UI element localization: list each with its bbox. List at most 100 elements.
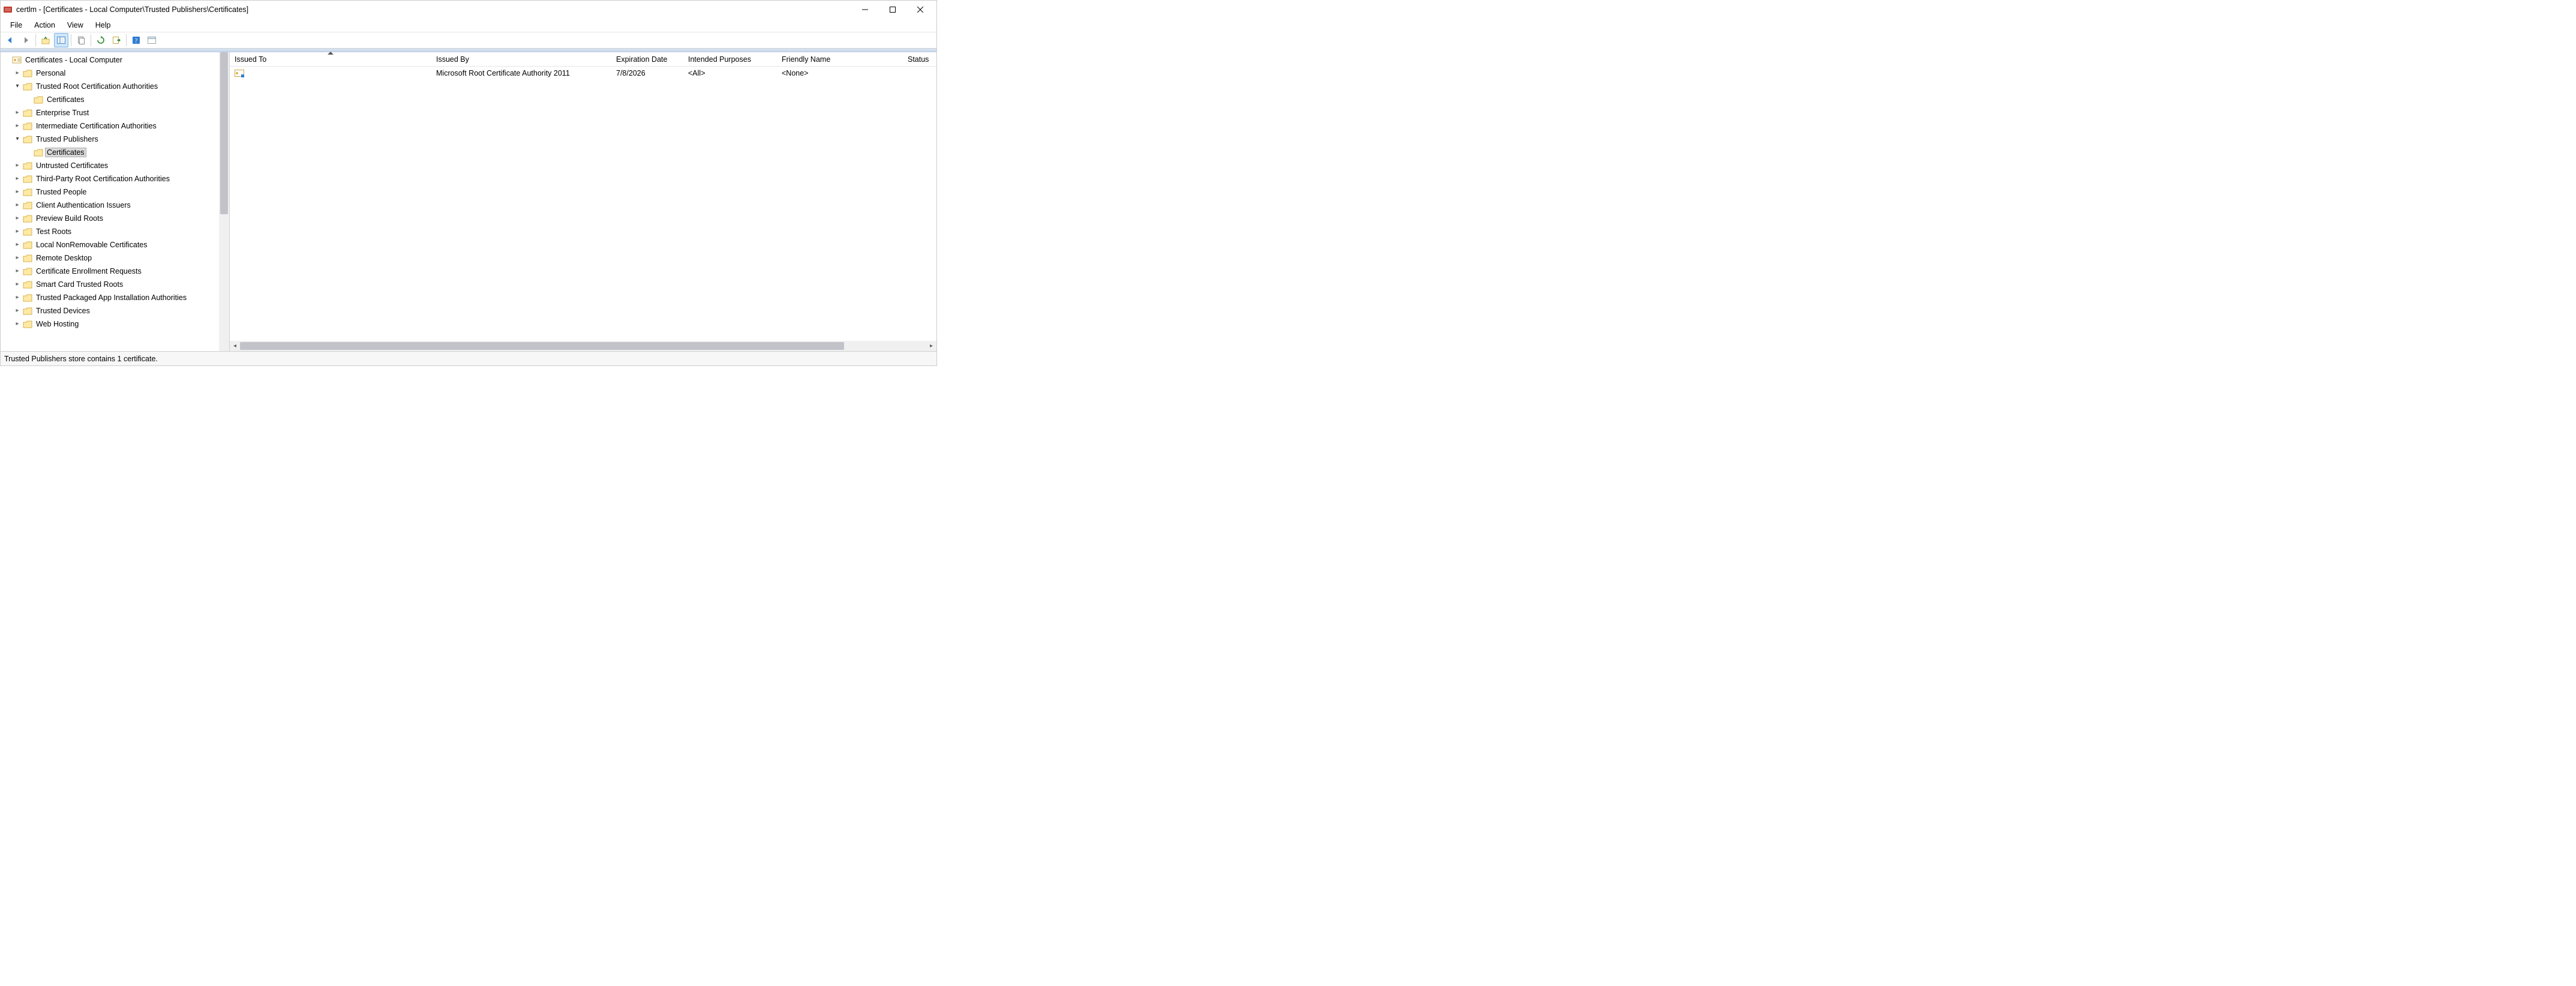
tree-node[interactable]: Remote Desktop [2,251,219,265]
toolbar: ? [1,32,936,49]
scroll-right-button[interactable]: ▸ [926,341,936,351]
expand-arrow-icon[interactable] [13,281,22,287]
menu-action[interactable]: Action [28,20,61,31]
tree-node-label: Personal [34,68,67,78]
tree-node[interactable]: Trusted Devices [2,304,219,317]
tree-node[interactable]: Test Roots [2,225,219,238]
list-horizontal-scrollbar[interactable]: ◂ ▸ [230,341,936,351]
folder-icon [22,82,33,91]
tree-node-label: Client Authentication Issuers [34,200,133,210]
expand-arrow-icon[interactable] [13,255,22,261]
column-headers: Issued To Issued By Expiration Date Inte… [230,52,936,67]
show-hide-tree-button[interactable] [54,33,68,47]
scroll-left-button[interactable]: ◂ [230,341,240,351]
tree-node[interactable]: Trusted Packaged App Installation Author… [2,291,219,304]
expand-arrow-icon[interactable] [13,163,22,169]
main-split: Certificates - Local Computer Personal Tr… [1,52,936,351]
menu-help[interactable]: Help [89,20,117,31]
tree-node-label: Local NonRemovable Certificates [34,240,149,250]
tree-node[interactable]: Untrusted Certificates [2,159,219,172]
copy-button[interactable] [74,33,88,47]
export-button[interactable] [109,33,124,47]
certificate-icon [235,69,244,77]
tree-node[interactable]: Preview Build Roots [2,212,219,225]
scrollbar-thumb[interactable] [240,342,844,350]
tree-root[interactable]: Certificates - Local Computer [2,53,219,67]
column-friendly-name[interactable]: Friendly Name [777,52,903,66]
tree-node[interactable]: Certificate Enrollment Requests [2,265,219,278]
options-button[interactable] [145,33,159,47]
tree-node[interactable]: Client Authentication Issuers [2,199,219,212]
folder-icon [33,148,44,157]
column-issued-by[interactable]: Issued By [431,52,611,66]
folder-icon [22,240,33,250]
tree-node[interactable]: Local NonRemovable Certificates [2,238,219,251]
tree-node[interactable]: Third-Party Root Certification Authoriti… [2,172,219,185]
tree-node[interactable]: Intermediate Certification Authorities [2,119,219,133]
column-issued-to[interactable]: Issued To [230,52,431,66]
tree-node[interactable]: Trusted People [2,185,219,199]
expand-arrow-icon[interactable] [13,308,22,314]
back-button[interactable] [3,33,17,47]
console-tree[interactable]: Certificates - Local Computer Personal Tr… [1,52,219,351]
tree-node[interactable]: Certificates [2,146,219,159]
scrollbar-thumb[interactable] [220,52,228,214]
tree-node[interactable]: Web Hosting [2,317,219,331]
expand-arrow-icon[interactable] [13,176,22,182]
folder-icon [22,266,33,276]
close-button[interactable] [906,1,934,19]
expand-arrow-icon[interactable] [13,321,22,327]
folder-icon [22,293,33,302]
tree-node-label: Certificates [45,148,86,157]
expand-arrow-icon[interactable] [13,70,22,76]
certificate-list[interactable]: Microsoft Root Certificate Authority 201… [230,67,936,341]
list-pane: Issued To Issued By Expiration Date Inte… [230,52,936,351]
expand-arrow-icon[interactable] [13,189,22,195]
tree-node[interactable]: Trusted Publishers [2,133,219,146]
tree-node[interactable]: Trusted Root Certification Authorities [2,80,219,93]
tree-node[interactable]: Certificates [2,93,219,106]
title-bar: certlm - [Certificates - Local Computer\… [1,1,936,19]
tree-node-label: Enterprise Trust [34,108,91,118]
expand-arrow-icon[interactable] [13,136,22,142]
certificate-row[interactable]: Microsoft Root Certificate Authority 201… [230,67,936,80]
folder-icon [22,253,33,263]
tree-node[interactable]: Smart Card Trusted Roots [2,278,219,291]
svg-text:?: ? [135,38,138,44]
status-bar: Trusted Publishers store contains 1 cert… [1,351,936,365]
column-expiration-date[interactable]: Expiration Date [611,52,683,66]
tree-node-label: Certificate Enrollment Requests [34,266,143,276]
expand-arrow-icon[interactable] [13,123,22,129]
tree-node-label: Trusted Packaged App Installation Author… [34,293,188,302]
expand-arrow-icon[interactable] [13,242,22,248]
menu-file[interactable]: File [4,20,28,31]
column-intended-purposes[interactable]: Intended Purposes [683,52,777,66]
minimize-button[interactable] [851,1,879,19]
up-button[interactable] [38,33,53,47]
tree-node[interactable]: Enterprise Trust [2,106,219,119]
cell-friendly: <None> [777,69,903,77]
tree-vertical-scrollbar[interactable] [219,52,229,351]
column-status[interactable]: Status [903,52,936,66]
refresh-button[interactable] [94,33,108,47]
expand-arrow-icon[interactable] [13,268,22,274]
tree-root-label: Certificates - Local Computer [23,55,124,65]
menu-view[interactable]: View [61,20,89,31]
tree-node[interactable]: Personal [2,67,219,80]
expand-arrow-icon[interactable] [13,229,22,235]
help-button[interactable]: ? [129,33,143,47]
expand-arrow-icon[interactable] [13,83,22,89]
expand-arrow-icon[interactable] [13,202,22,208]
forward-button[interactable] [19,33,33,47]
tree-node-label: Preview Build Roots [34,214,105,223]
scrollbar-track[interactable] [240,341,926,351]
expand-arrow-icon[interactable] [13,215,22,221]
maximize-button[interactable] [879,1,906,19]
status-text: Trusted Publishers store contains 1 cert… [4,355,158,363]
folder-icon [22,174,33,184]
tree-node-label: Remote Desktop [34,253,94,263]
expand-arrow-icon[interactable] [13,110,22,116]
folder-icon [22,319,33,329]
expand-arrow-icon[interactable] [13,295,22,301]
tree-node-label: Web Hosting [34,319,80,329]
